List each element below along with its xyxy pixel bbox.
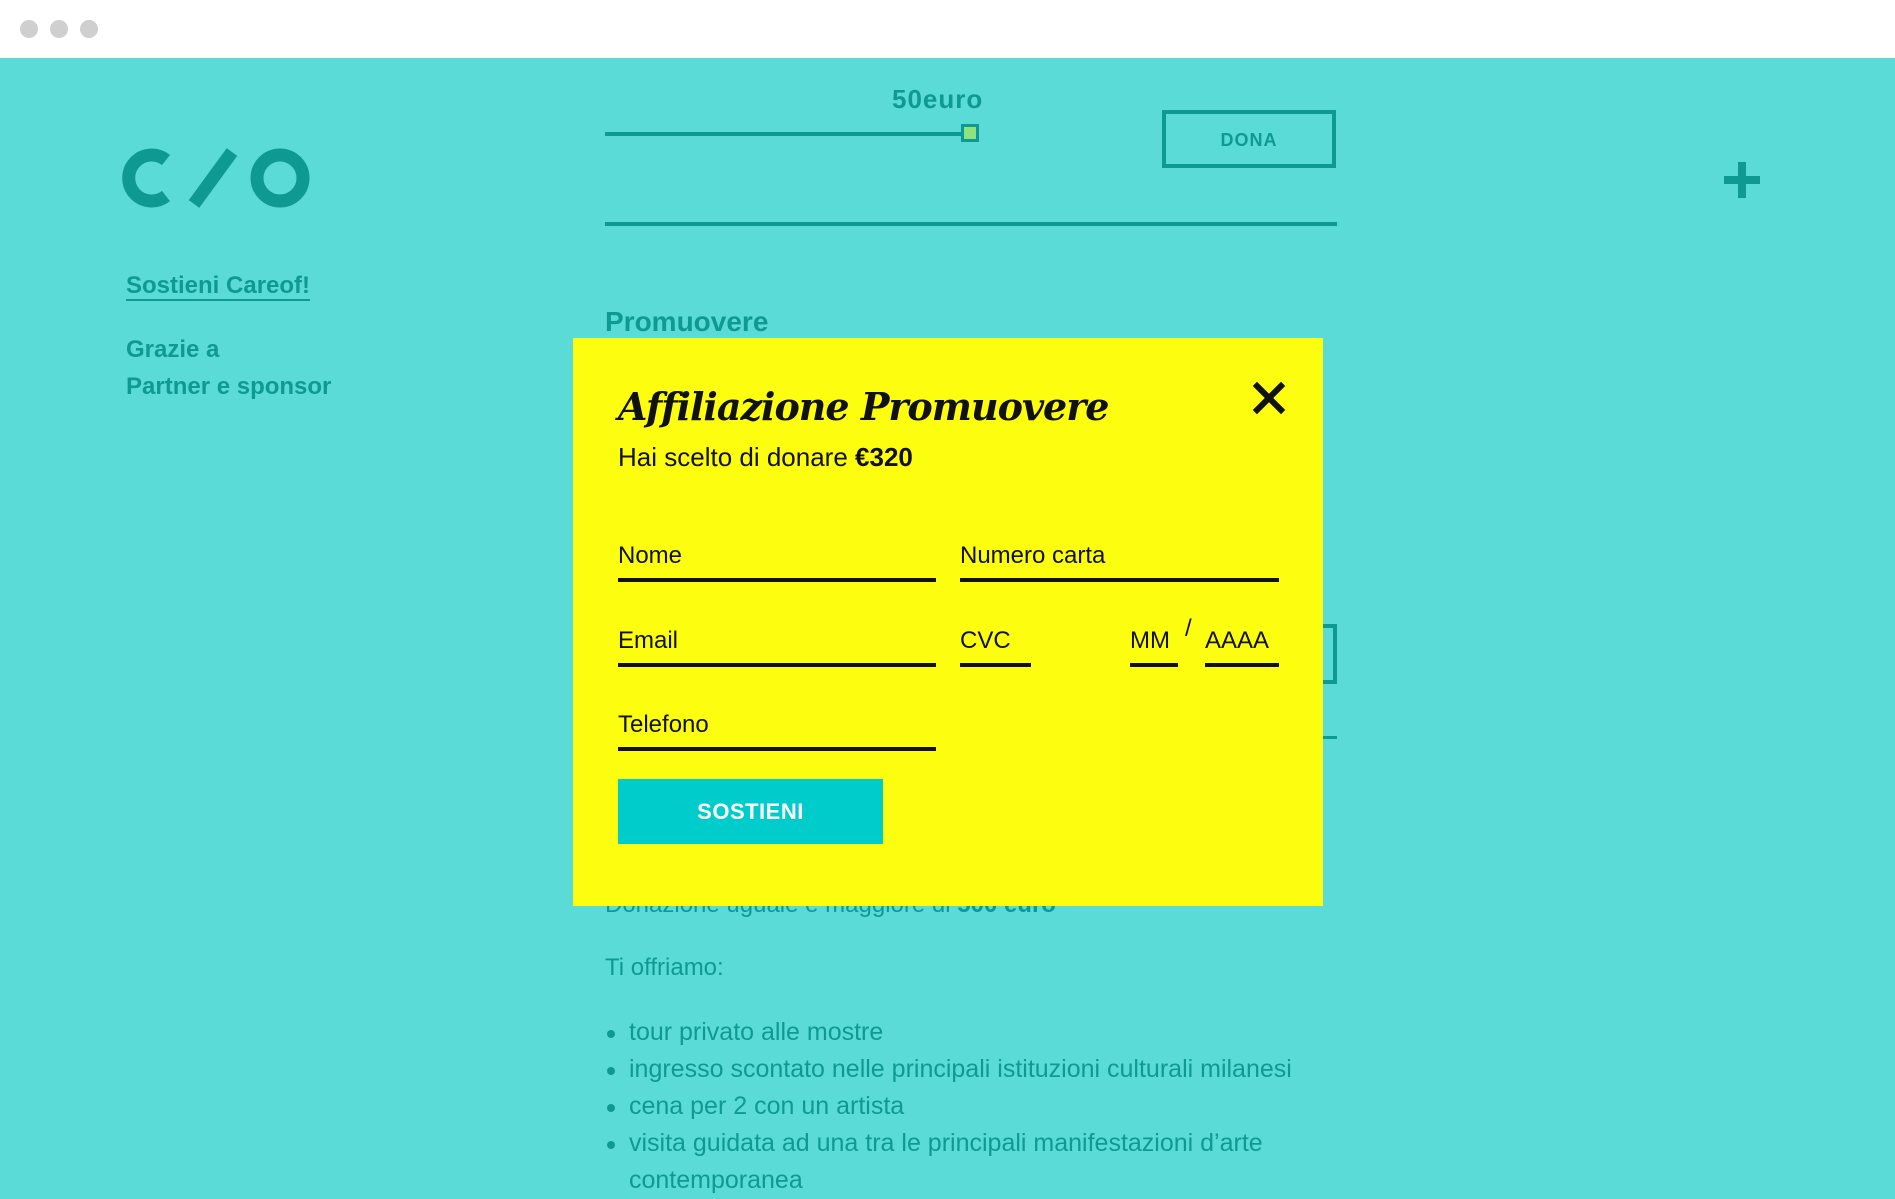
email-field[interactable] <box>618 621 936 667</box>
window-control-dot[interactable] <box>80 20 98 38</box>
window-control-dot[interactable] <box>50 20 68 38</box>
modal-title: Affiliazione Promuovere <box>618 384 1109 429</box>
expiry-month-field[interactable] <box>1130 621 1178 667</box>
window-control-dot[interactable] <box>20 20 38 38</box>
donate-button[interactable]: DONA <box>1162 110 1336 168</box>
list-item: tour privato alle mostre <box>605 1014 1335 1051</box>
modal-subtitle: Hai scelto di donare €320 <box>618 442 913 473</box>
phone-field[interactable] <box>618 705 936 751</box>
benefits-list: tour privato alle mostre ingresso sconta… <box>605 1014 1335 1199</box>
list-item: cena per 2 con un artista <box>605 1088 1335 1125</box>
cvc-field[interactable] <box>960 621 1031 667</box>
expiry-month-input[interactable] <box>1130 627 1178 655</box>
browser-chrome <box>0 0 1895 58</box>
expiry-year-field[interactable] <box>1205 621 1279 667</box>
divider <box>605 222 1337 226</box>
donation-modal: Affiliazione Promuovere Hai scelto di do… <box>573 338 1323 906</box>
section-title: Promuovere <box>605 306 769 337</box>
cvc-input[interactable] <box>960 627 1031 655</box>
expiry-year-input[interactable] <box>1205 627 1279 655</box>
offer-intro: Ti offriamo: <box>605 954 724 981</box>
card-number-input[interactable] <box>960 542 1279 570</box>
email-input[interactable] <box>618 627 936 655</box>
name-input[interactable] <box>618 542 936 570</box>
plus-icon[interactable] <box>1722 160 1762 200</box>
donation-slider-track[interactable] <box>605 132 973 136</box>
submit-button[interactable]: SOSTIENI <box>618 779 883 844</box>
sidebar-item-grazie[interactable]: Grazie a <box>126 336 219 364</box>
phone-input[interactable] <box>618 711 936 739</box>
close-icon[interactable] <box>1249 378 1289 418</box>
donation-amount-label: 50euro <box>892 84 984 114</box>
sidebar-item-sostieni[interactable]: Sostieni Careof! <box>126 272 310 300</box>
modal-subtitle-prefix: Hai scelto di donare <box>618 442 856 472</box>
list-item: ingresso scontato nelle principali istit… <box>605 1051 1335 1088</box>
expiry-separator: / <box>1185 615 1192 642</box>
modal-subtitle-amount: €320 <box>855 442 913 472</box>
careof-logo[interactable] <box>122 146 312 210</box>
card-number-field[interactable] <box>960 536 1279 582</box>
sidebar-item-partner[interactable]: Partner e sponsor <box>126 373 331 401</box>
donation-slider-handle[interactable] <box>961 124 979 142</box>
name-field[interactable] <box>618 536 936 582</box>
list-item: visita guidata ad una tra le principali … <box>605 1125 1335 1199</box>
